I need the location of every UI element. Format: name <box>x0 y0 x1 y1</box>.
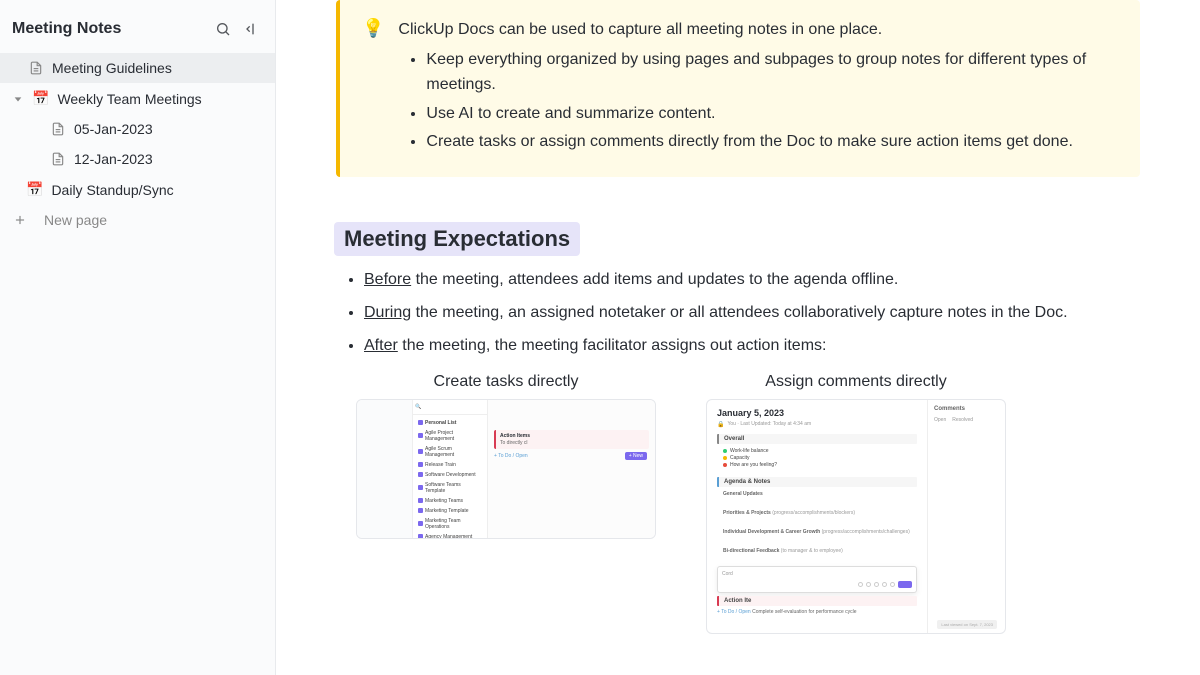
new-page-label: New page <box>44 212 107 228</box>
emphasis-before: Before <box>364 271 411 288</box>
section-overall: Overall <box>717 434 917 444</box>
sidebar-nav: Meeting Guidelines 📅 Weekly Team Meeting… <box>0 53 275 235</box>
lightbulb-icon: 💡 <box>362 18 384 159</box>
chevron-down-icon[interactable] <box>12 93 24 105</box>
callout-bullet: Use AI to create and summarize content. <box>426 102 1118 127</box>
plus-icon <box>12 212 28 228</box>
nav-item-12-jan[interactable]: 12-Jan-2023 <box>0 144 275 174</box>
emphasis-during: During <box>364 304 411 321</box>
panel-search: 🔍 <box>413 400 487 415</box>
section-agenda: Agenda & Notes <box>717 477 917 487</box>
sidebar-header: Meeting Notes <box>0 0 275 53</box>
sidebar-title: Meeting Notes <box>12 20 121 38</box>
nav-label: Meeting Guidelines <box>52 60 172 76</box>
calendar-icon: 📅 <box>32 90 49 107</box>
sidebar-header-actions <box>214 20 260 38</box>
callout-tip: 💡 ClickUp Docs can be used to capture al… <box>336 0 1140 177</box>
comments-panel: Comments Open Resolved <box>927 400 1005 633</box>
callout-title: ClickUp Docs can be used to capture all … <box>398 18 1118 42</box>
callout-list: Keep everything organized by using pages… <box>398 48 1118 155</box>
new-page-button[interactable]: New page <box>0 205 275 235</box>
list-item: Before the meeting, attendees add items … <box>364 266 1140 295</box>
nav-label: 05-Jan-2023 <box>74 121 153 137</box>
page-icon <box>50 121 66 137</box>
figure-caption: Assign comments directly <box>706 373 1006 391</box>
screenshot-create-tasks: 🔍 Personal List Agile Project Management… <box>356 399 656 539</box>
page-icon <box>28 60 44 76</box>
doc-title: January 5, 2023 <box>717 408 917 418</box>
nav-label: Daily Standup/Sync <box>51 182 173 198</box>
doc-meta: 🔒You · Last Updated: Today at 4:34 am <box>717 421 917 428</box>
expectations-list: Before the meeting, attendees add items … <box>336 266 1140 360</box>
nav-label: Weekly Team Meetings <box>57 91 201 107</box>
section-action: Action Ite <box>717 596 917 606</box>
search-icon[interactable] <box>214 20 232 38</box>
nav-item-05-jan[interactable]: 05-Jan-2023 <box>0 114 275 144</box>
collapse-sidebar-icon[interactable] <box>242 20 260 38</box>
page-icon <box>50 151 66 167</box>
nav-item-daily-standup[interactable]: 📅 Daily Standup/Sync <box>0 174 275 205</box>
lock-icon: 🔒 <box>717 421 724 428</box>
comment-popup: Cord <box>717 566 917 593</box>
list-item: During the meeting, an assigned notetake… <box>364 299 1140 328</box>
calendar-icon: 📅 <box>26 181 43 198</box>
figures-row: Create tasks directly 🔍 Personal List Ag… <box>336 373 1140 634</box>
screenshot-assign-comments: January 5, 2023 🔒You · Last Updated: Tod… <box>706 399 1006 634</box>
callout-bullet: Create tasks or assign comments directly… <box>426 130 1118 155</box>
nav-item-weekly-team[interactable]: 📅 Weekly Team Meetings <box>0 83 275 114</box>
section-heading: Meeting Expectations <box>334 222 580 256</box>
document-content[interactable]: 💡 ClickUp Docs can be used to capture al… <box>276 0 1200 675</box>
list-item: After the meeting, the meeting facilitat… <box>364 332 1140 361</box>
sidebar: Meeting Notes Meeting Guidelines 📅 Weekl… <box>0 0 276 675</box>
nav-item-meeting-guidelines[interactable]: Meeting Guidelines <box>0 53 275 83</box>
figure-assign-comments: Assign comments directly January 5, 2023… <box>706 373 1006 634</box>
callout-bullet: Keep everything organized by using pages… <box>426 48 1118 98</box>
emphasis-after: After <box>364 337 398 354</box>
figure-create-tasks: Create tasks directly 🔍 Personal List Ag… <box>356 373 656 634</box>
nav-label: 12-Jan-2023 <box>74 151 153 167</box>
figure-caption: Create tasks directly <box>356 373 656 391</box>
